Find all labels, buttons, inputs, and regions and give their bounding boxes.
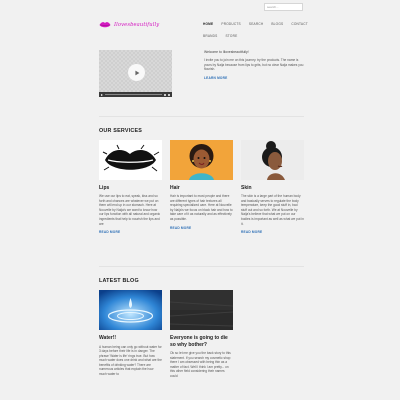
services-list: Lips We use our lips to eat, speak, kiss… [99, 140, 304, 234]
play-icon [134, 70, 139, 75]
lips-logo-icon [99, 21, 111, 27]
service-skin-title: Skin [241, 185, 252, 191]
video-progress-track[interactable] [105, 94, 162, 95]
dark-texture-image[interactable] [170, 290, 233, 330]
learn-more-link[interactable]: LEARN MORE [204, 76, 304, 80]
nav-search[interactable]: SEARCH [245, 20, 267, 28]
logo-text: Ilovesbeautifully [114, 21, 160, 28]
service-skin: Skin The skin is a large part of the hum… [241, 140, 304, 234]
volume-icon[interactable] [164, 93, 166, 96]
nav-products[interactable]: PRODUCTS [217, 20, 245, 28]
search-input[interactable]: search... [264, 3, 303, 11]
play-button[interactable] [128, 64, 145, 81]
blog-post-title[interactable]: Everyone is going to die so why bother? [170, 335, 233, 348]
divider [99, 116, 304, 117]
hero-text: Welcome to Illovesbeautifully! I invite … [204, 50, 304, 80]
control-play-icon[interactable] [101, 93, 103, 96]
blog-post-excerpt: A human being can only go without water … [99, 344, 162, 377]
services-heading: OUR SERVICES [99, 128, 143, 134]
lips-image [99, 140, 162, 180]
blog-post-excerpt: Ok so let me give you the back story to … [170, 351, 231, 378]
blog-post[interactable]: Everyone is going to die so why bother? … [170, 290, 233, 379]
service-hair: Hair Hair is important to most people an… [170, 140, 233, 234]
blog-post-empty [241, 290, 304, 379]
service-hair-title: Hair [170, 185, 180, 191]
service-hair-text: Hair is important to most people and the… [170, 194, 233, 221]
blog-list: Water!! A human being can only go withou… [99, 290, 304, 379]
blog-heading: LATEST BLOG [99, 278, 139, 284]
skin-image [241, 140, 304, 180]
site-logo[interactable]: Ilovesbeautifully [99, 20, 159, 29]
nav-brands[interactable]: BRANDS [199, 32, 221, 40]
service-skin-read-more[interactable]: READ MORE [241, 230, 304, 234]
nav-home[interactable]: HOME [199, 20, 217, 28]
service-lips-text: We use our lips to eat, speak, kiss and … [99, 194, 161, 226]
service-lips-title: Lips [99, 185, 110, 191]
hero-body: I invite you to join me on this journey.… [204, 58, 304, 72]
hair-image [170, 140, 233, 180]
service-lips-read-more[interactable]: READ MORE [99, 230, 162, 234]
blog-post-title[interactable]: Water!! [99, 335, 162, 342]
service-hair-read-more[interactable]: READ MORE [170, 226, 233, 230]
water-image[interactable] [99, 290, 162, 330]
service-lips: Lips We use our lips to eat, speak, kiss… [99, 140, 162, 234]
hero-welcome: Welcome to Illovesbeautifully! [204, 50, 249, 54]
nav-blogs[interactable]: BLOGS [267, 20, 287, 28]
nav-contact[interactable]: CONTACT [287, 20, 312, 28]
nav-store[interactable]: STORE [221, 32, 241, 40]
service-skin-text: The skin is a large part of the human bo… [241, 194, 304, 226]
divider [99, 266, 304, 267]
video-player[interactable] [99, 50, 172, 97]
fullscreen-icon[interactable] [168, 93, 170, 96]
main-nav: HOME PRODUCTS SEARCH BLOGS CONTACT BRAND… [199, 20, 308, 40]
video-controls[interactable] [99, 92, 172, 97]
blog-post[interactable]: Water!! A human being can only go withou… [99, 290, 162, 379]
hero-section: Welcome to Illovesbeautifully! I invite … [99, 50, 304, 100]
